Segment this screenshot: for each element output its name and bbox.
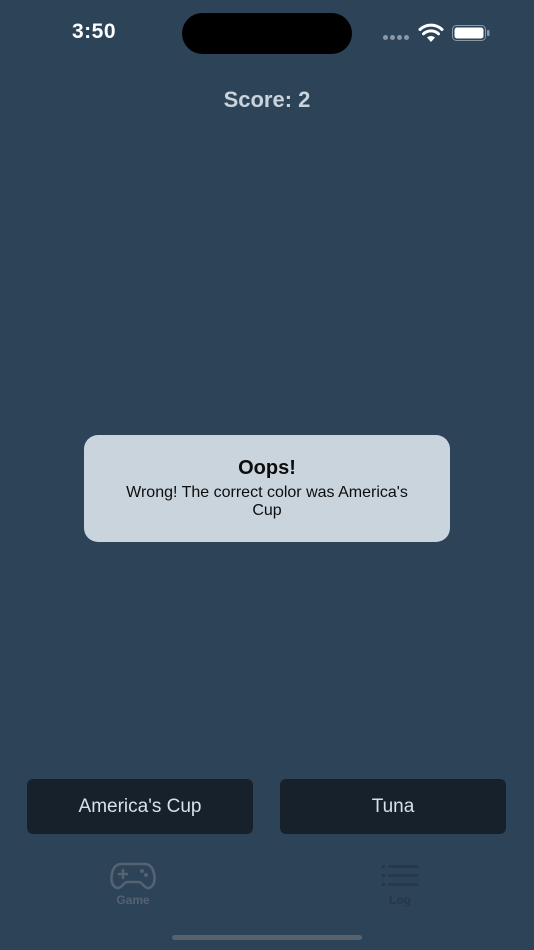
tab-game[interactable]: Game [88,860,178,916]
dynamic-island [182,13,352,54]
tab-log-label: Log [389,893,411,907]
alert-title: Oops! [238,457,296,479]
tab-game-label: Game [116,893,150,907]
list-icon [382,865,419,886]
status-bar: 3:50 [0,0,534,66]
wifi-icon [418,23,444,42]
home-indicator [172,935,362,940]
gamecontroller-icon [110,862,156,890]
status-time: 3:50 [72,20,117,43]
answer-option-america-s-cup-button[interactable]: America's Cup [27,779,253,834]
tab-log[interactable]: Log [355,860,445,916]
result-alert: Oops! Wrong! The correct color was Ameri… [84,435,450,542]
score-label: Score: 2 [223,87,311,112]
alert-message: Wrong! The correct color was America's C… [126,484,408,519]
answer-option-tuna-button[interactable]: Tuna [280,779,506,834]
battery-icon [452,25,490,41]
cellular-signal-icon [383,35,411,41]
